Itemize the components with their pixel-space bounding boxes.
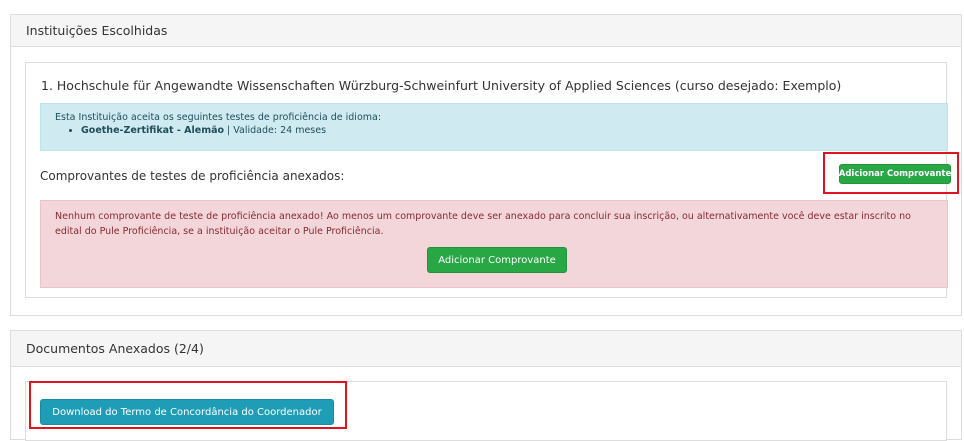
test-name: Goethe-Zertifikat - Alemão: [81, 125, 225, 136]
chosen-institutions-panel: Instituições Escolhidas 1. Hochschule fü…: [10, 14, 962, 316]
add-proof-button-small[interactable]: Adicionar Comprovante: [839, 164, 951, 184]
panel-heading: Instituições Escolhidas: [11, 15, 961, 47]
documents-card: Download do Termo de Concordância do Coo…: [25, 381, 947, 441]
test-validity: Validade: 24 meses: [233, 125, 327, 136]
accepted-tests-info: Esta Instituição aceita os seguintes tes…: [40, 103, 948, 151]
no-proof-warning: Nenhum comprovante de teste de proficiên…: [40, 200, 948, 288]
attached-documents-panel: Documentos Anexados (2/4) Download do Te…: [10, 330, 962, 441]
panel-title: Documentos Anexados (2/4): [26, 341, 204, 356]
panel-title: Instituições Escolhidas: [26, 23, 168, 38]
list-item: Goethe-Zertifikat - Alemão | Validade: 2…: [81, 124, 933, 137]
accepted-tests-list: Goethe-Zertifikat - Alemão | Validade: 2…: [55, 124, 933, 137]
institution-title: 1. Hochschule für Angewandte Wissenschaf…: [41, 78, 842, 93]
attached-proofs-label: Comprovantes de testes de proficiência a…: [40, 169, 345, 183]
warning-text: Nenhum comprovante de teste de proficiên…: [55, 211, 911, 237]
separator: |: [224, 125, 234, 136]
add-proof-button-large[interactable]: Adicionar Comprovante: [427, 247, 567, 273]
info-intro: Esta Instituição aceita os seguintes tes…: [55, 112, 382, 123]
institution-card: 1. Hochschule für Angewandte Wissenschaf…: [25, 62, 951, 298]
download-agreement-button[interactable]: Download do Termo de Concordância do Coo…: [40, 399, 334, 425]
panel-heading: Documentos Anexados (2/4): [11, 331, 961, 367]
